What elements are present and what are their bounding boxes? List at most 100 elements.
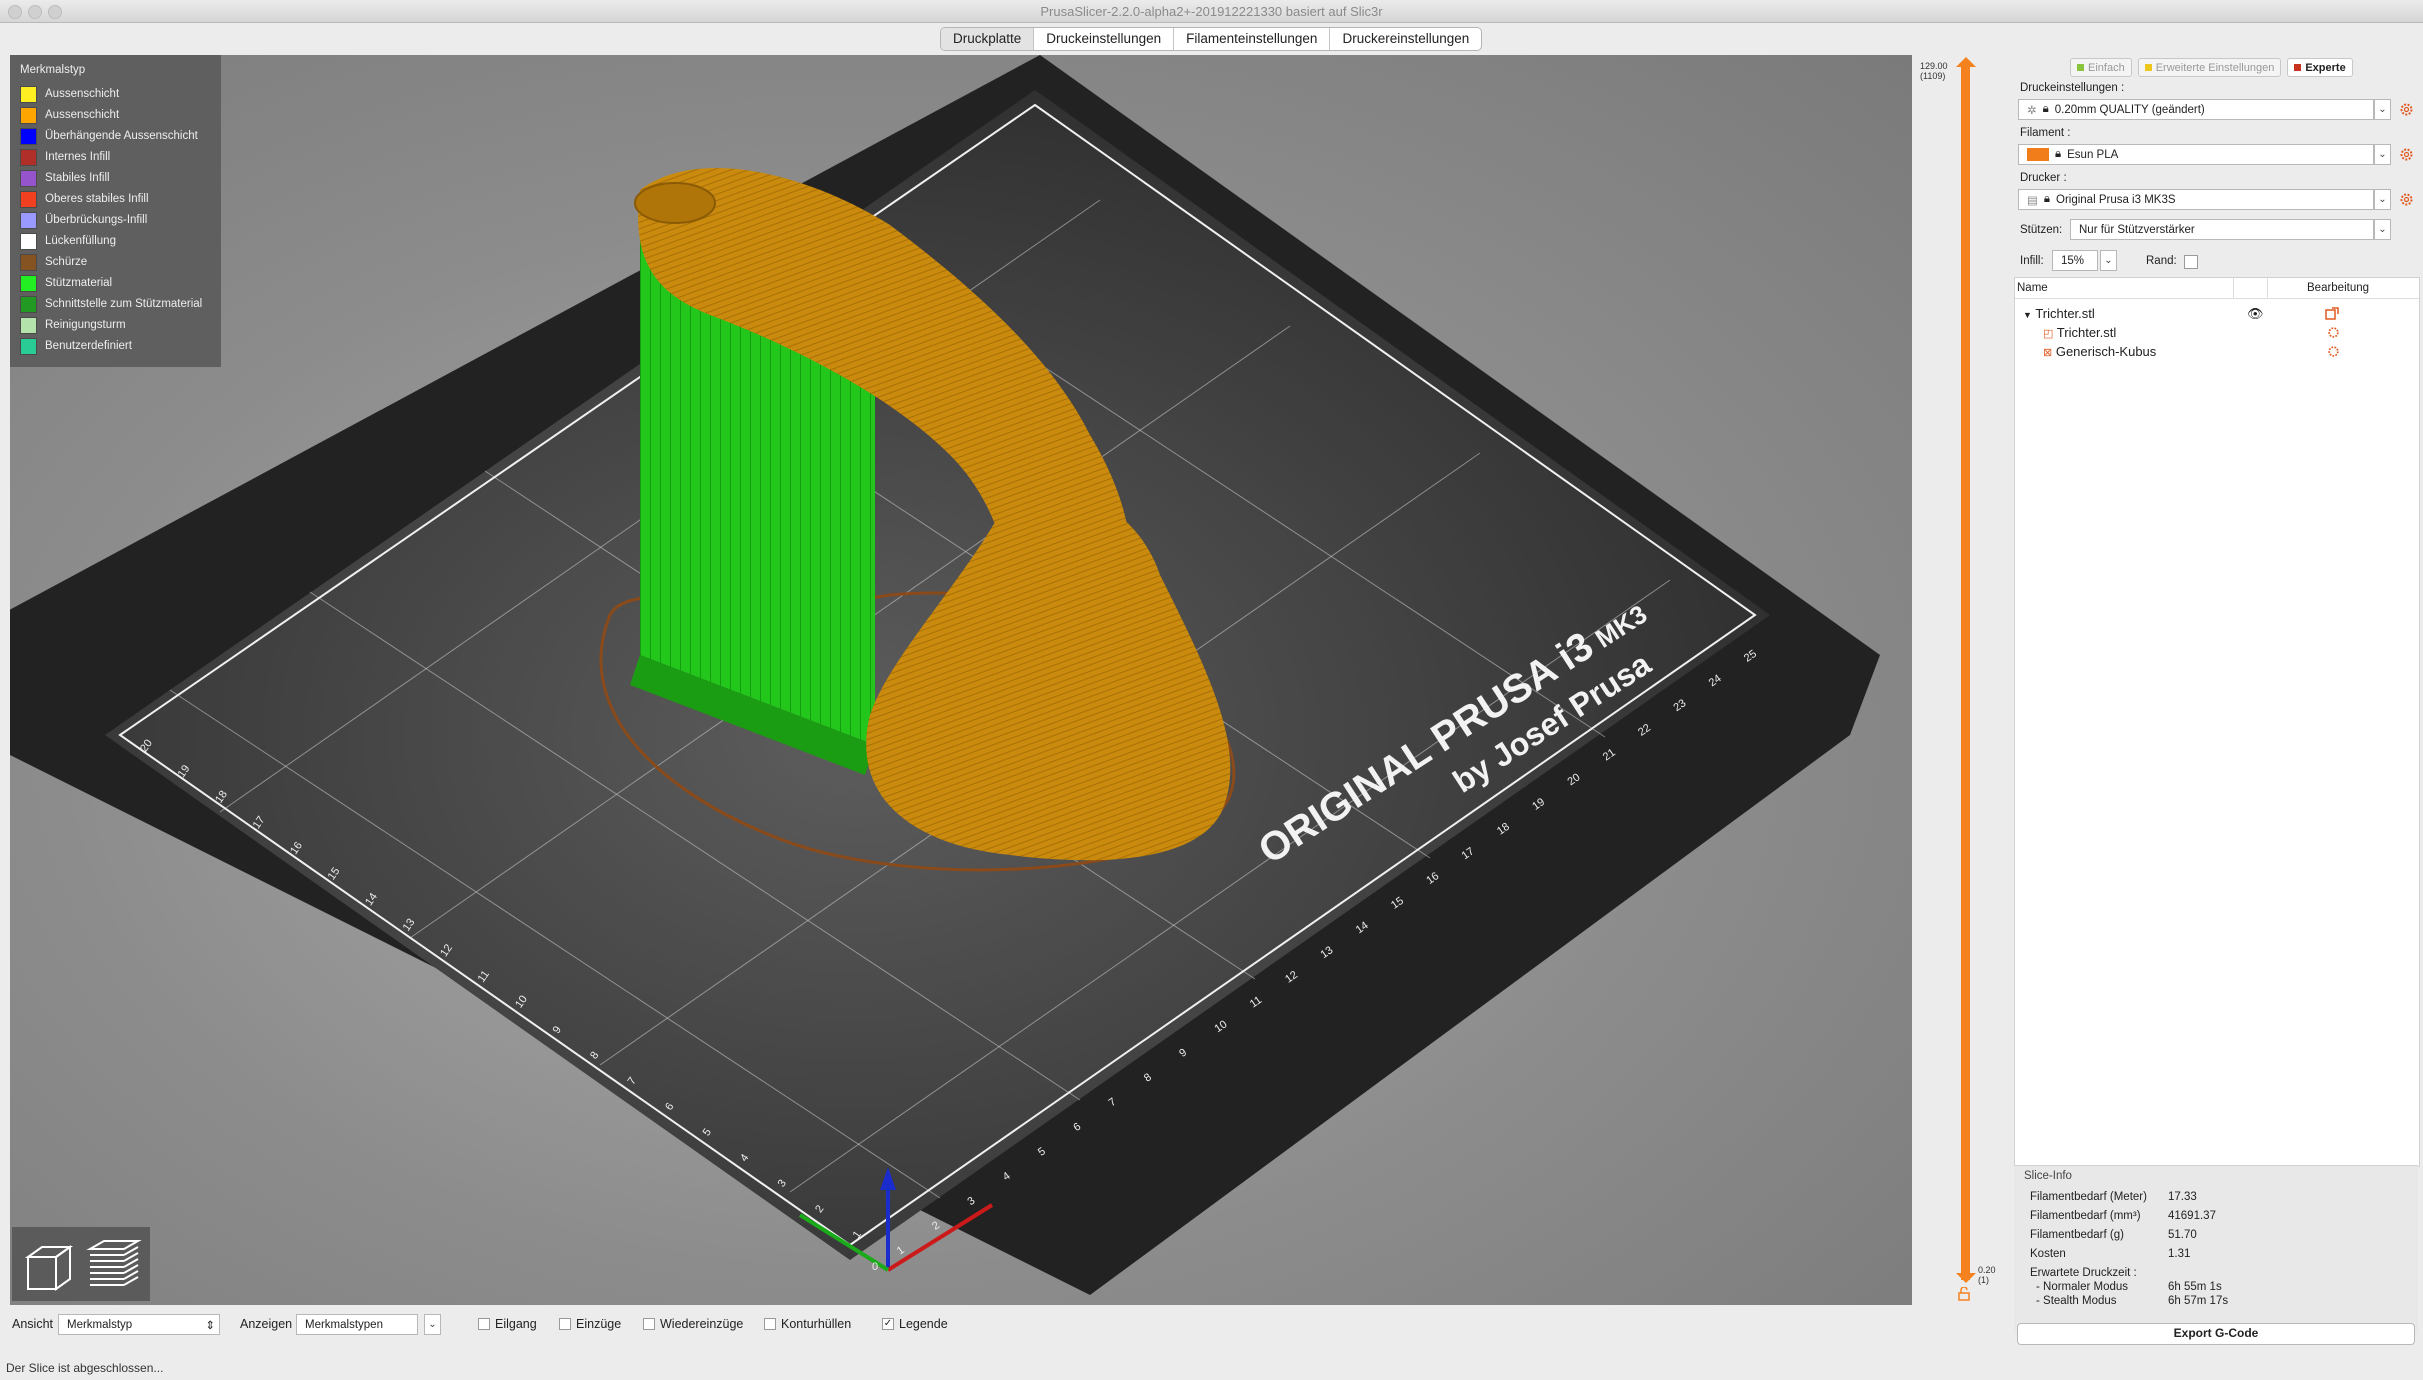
view-type-select[interactable]: Merkmalstyp ⇕ <box>58 1314 220 1335</box>
legend-swatch <box>20 211 37 229</box>
layer-range-bar[interactable] <box>1961 65 1970 1280</box>
legend-label: Lückenfüllung <box>45 235 116 247</box>
printer-dropdown[interactable]: ⌄ <box>2374 189 2391 210</box>
legend-swatch <box>20 337 37 355</box>
object-list[interactable]: Name Bearbeitung ▼ Trichter.stl 👁︎ ◰ Tri… <box>2014 277 2420 1167</box>
sidebar: Einfach Erweiterte Einstellungen Experte… <box>2012 55 2423 1345</box>
filament-color-swatch <box>2027 148 2049 161</box>
legend-label: Legende <box>899 1317 948 1331</box>
3d-preview-canvas[interactable]: ORIGINAL PRUSA i3MK3 by Josef Prusa 0 12… <box>10 55 1912 1305</box>
travel-checkbox[interactable] <box>478 1318 490 1330</box>
print-settings-label: Druckeinstellungen : <box>2020 82 2125 94</box>
legend-label: Schnittstelle zum Stützmaterial <box>45 298 203 310</box>
legend-item: Reinigungsturm <box>20 316 126 334</box>
lock-icon: 🔒︎ <box>2042 103 2049 115</box>
legend-item: Aussenschicht <box>20 85 119 103</box>
normal-mode-label: - Normaler Modus <box>2036 1281 2129 1293</box>
shells-label: Konturhüllen <box>781 1317 852 1331</box>
legend-swatch <box>20 85 37 103</box>
brim-label: Rand: <box>2146 255 2177 267</box>
slider-bottom-value: 0.20 (1) <box>1978 1265 1996 1285</box>
layer-slider[interactable]: 129.00 (1109) 0.20 (1) <box>1912 55 2012 1305</box>
show-dropdown[interactable]: ⌄ <box>424 1314 441 1335</box>
printer-combo[interactable]: ▤ 🔒︎ Original Prusa i3 MK3S <box>2018 189 2374 210</box>
infill-dropdown[interactable]: ⌄ <box>2100 250 2117 271</box>
legend-label: Reinigungsturm <box>45 319 126 331</box>
tab-printer-settings[interactable]: Druckereinstellungen <box>1330 28 1481 50</box>
part-row[interactable]: ◰ Trichter.stl <box>2043 325 2116 340</box>
export-gcode-button[interactable]: Export G-Code <box>2017 1323 2415 1345</box>
part-settings-gear-icon[interactable] <box>2327 326 2340 339</box>
simple-mode-icon <box>2077 64 2084 71</box>
legend-swatch <box>20 127 37 145</box>
object-edit-icon[interactable] <box>2325 307 2339 321</box>
column-edit-header[interactable]: Bearbeitung <box>2307 282 2369 294</box>
mode-advanced-button[interactable]: Erweiterte Einstellungen <box>2137 58 2282 77</box>
upper-thumb-icon[interactable] <box>1956 57 1976 69</box>
shells-checkbox[interactable] <box>764 1318 776 1330</box>
filament-dropdown[interactable]: ⌄ <box>2374 144 2391 165</box>
mode-simple-button[interactable]: Einfach <box>2070 58 2132 77</box>
tab-print-settings[interactable]: Druckeinstellungen <box>1034 28 1175 50</box>
legend-checkbox[interactable]: ✓ <box>882 1318 894 1330</box>
normal-mode-value: 6h 55m 1s <box>2168 1281 2222 1293</box>
edit-printer-gear-icon[interactable] <box>2399 192 2414 207</box>
filament-combo[interactable]: 🔒︎ Esun PLA <box>2018 144 2374 165</box>
edit-print-settings-gear-icon[interactable] <box>2399 102 2414 117</box>
tab-filament-settings[interactable]: Filamenteinstellungen <box>1174 28 1331 50</box>
legend-item: Schnittstelle zum Stützmaterial <box>20 295 202 313</box>
eye-icon[interactable]: 👁︎ <box>2247 306 2264 322</box>
legend-item: Lückenfüllung <box>20 232 116 250</box>
mode-expert-button[interactable]: Experte <box>2287 58 2353 77</box>
printer-label: Drucker : <box>2020 172 2067 184</box>
window-title: PrusaSlicer-2.2.0-alpha2+-201912221330 b… <box>1040 4 1383 19</box>
cube-icon <box>24 1245 74 1291</box>
filament-weight-label: Filamentbedarf (g) <box>2030 1229 2124 1241</box>
legend-item: Aussenschicht <box>20 106 119 124</box>
unretractions-checkbox[interactable] <box>643 1318 655 1330</box>
lower-thumb-icon[interactable] <box>1956 1273 1976 1285</box>
print-settings-combo[interactable]: ✲ 🔒︎ 0.20mm QUALITY (geändert) <box>2018 99 2374 120</box>
layers-view-button[interactable] <box>84 1235 144 1295</box>
supports-dropdown[interactable]: ⌄ <box>2374 219 2391 240</box>
3d-view-button[interactable] <box>18 1235 78 1295</box>
gear-icon: ✲ <box>2027 104 2037 117</box>
legend-swatch <box>20 106 37 124</box>
main-tabs: Druckplatte Druckeinstellungen Filamente… <box>940 27 1483 51</box>
column-name-header[interactable]: Name <box>2017 282 2048 294</box>
legend-title: Merkmalstyp <box>20 64 86 76</box>
infill-combo[interactable]: 15% <box>2052 250 2098 271</box>
supports-combo[interactable]: Nur für Stützverstärker <box>2070 219 2374 240</box>
legend-label: Stabiles Infill <box>45 172 110 184</box>
collapse-triangle-icon[interactable]: ▼ <box>2023 310 2032 320</box>
stealth-mode-value: 6h 57m 17s <box>2168 1295 2229 1307</box>
printer-icon: ▤ <box>2027 194 2038 207</box>
filament-label: Filament : <box>2020 127 2071 139</box>
edit-filament-gear-icon[interactable] <box>2399 147 2414 162</box>
legend-label: Internes Infill <box>45 151 111 163</box>
brim-checkbox[interactable] <box>2184 255 2198 269</box>
legend-item: Stützmaterial <box>20 274 112 292</box>
lock-icon[interactable] <box>1957 1287 1971 1301</box>
lock-icon: 🔒︎ <box>2055 148 2062 160</box>
print-settings-dropdown[interactable]: ⌄ <box>2374 99 2391 120</box>
legend-swatch <box>20 253 37 271</box>
legend-item: Überhängende Aussenschicht <box>20 127 198 145</box>
legend-label: Aussenschicht <box>45 109 120 121</box>
legend-label: Überhängende Aussenschicht <box>45 130 198 142</box>
modifier-settings-gear-icon[interactable] <box>2327 345 2340 358</box>
legend-swatch <box>20 316 37 334</box>
retractions-checkbox[interactable] <box>559 1318 571 1330</box>
object-row[interactable]: ▼ Trichter.stl <box>2023 306 2095 321</box>
view-label: Ansicht <box>12 1317 53 1331</box>
tab-plater[interactable]: Druckplatte <box>941 28 1035 50</box>
status-bar: Der Slice ist abgeschlossen... <box>0 1355 2423 1380</box>
modifier-row[interactable]: ⊠ Generisch-Kubus <box>2043 344 2156 359</box>
legend-label: Schürze <box>45 256 88 268</box>
slice-info-title: Slice-Info <box>2024 1170 2072 1182</box>
filament-meters-label: Filamentbedarf (Meter) <box>2030 1191 2147 1203</box>
legend-swatch <box>20 232 37 250</box>
show-select[interactable]: Merkmalstypen <box>296 1314 418 1335</box>
mode-switcher: Einfach Erweiterte Einstellungen Experte <box>2070 58 2353 77</box>
lock-icon: 🔒︎ <box>2043 193 2050 205</box>
